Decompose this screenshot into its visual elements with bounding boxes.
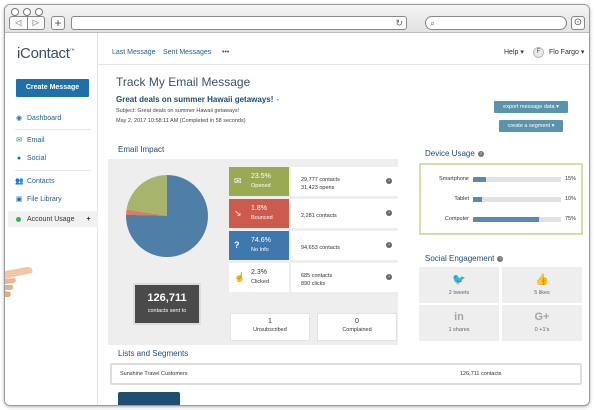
device-row-tablet: Tablet 10%	[454, 196, 577, 202]
total-sent-box: 126,711 contacts sent to	[133, 283, 201, 325]
usage-bar	[473, 177, 561, 182]
sidebar: iContact™ Create Message ◉ Dashboard ✉ Ema…	[5, 33, 98, 405]
total-sent-label: contacts sent to	[147, 308, 187, 314]
sidebar-item-account-usage[interactable]: Account Usage +	[8, 211, 98, 227]
sidebar-item-file-library[interactable]: ▣ File Library	[15, 195, 62, 204]
lists-segments-heading: Lists and Segments	[118, 349, 189, 358]
last-message-link[interactable]: Last Message	[112, 49, 156, 56]
icontact-logo[interactable]: iContact™	[17, 45, 75, 62]
dashboard-icon: ◉	[15, 115, 23, 122]
sidebar-item-dashboard[interactable]: ◉ Dashboard	[15, 114, 61, 123]
sidebar-item-social[interactable]: ● Social	[15, 155, 46, 162]
expand-plus-icon[interactable]: +	[86, 216, 90, 223]
close-dot[interactable]	[11, 8, 19, 16]
google-plus-icon: G+	[534, 311, 550, 323]
maximize-dot[interactable]	[35, 8, 43, 16]
linkedin-icon: in	[454, 311, 464, 323]
linkedin-tile[interactable]: in 1 shares	[419, 305, 499, 341]
back-button[interactable]: ◁	[10, 17, 27, 29]
create-segment-button[interactable]: create a segment ▾	[499, 120, 563, 132]
sidebar-divider	[15, 170, 91, 171]
browser-window: ◁ ▷ + ↻ ⌕ ⊙ iContact™ Create Message ◉ Da…	[4, 4, 590, 406]
help-icon[interactable]: ?	[497, 255, 504, 262]
help-icon[interactable]: ?	[386, 210, 392, 216]
list-row[interactable]: Sunshine Travel Customers 126,711 contac…	[110, 363, 582, 385]
no-info-stat[interactable]: ? 74.6% No Info	[229, 231, 289, 260]
twitter-icon: 🐦	[452, 274, 466, 286]
back-forward-buttons: ◁ ▷	[9, 16, 45, 30]
page-title: Track My Email Message	[116, 75, 251, 89]
hand-pointer-icon: ☝	[234, 272, 246, 282]
new-tab-button[interactable]: +	[51, 16, 65, 30]
bounce-arrow-icon: ↘	[234, 208, 242, 218]
browser-toolbar: ◁ ▷ + ↻ ⌕ ⊙	[5, 5, 589, 33]
usage-bar-fill	[473, 197, 482, 202]
usage-bar-fill	[473, 177, 487, 182]
help-icon[interactable]: ?	[386, 274, 392, 280]
account-usage-icon	[16, 216, 21, 222]
preview-icon[interactable]: ◔	[276, 98, 280, 104]
subject-line: Subject: Great deals on summer Hawaii ge…	[116, 108, 240, 114]
top-nav-bar: Last Message Sent Messages ••• Help ▾ F …	[98, 33, 589, 65]
search-icon: ⌕	[430, 18, 436, 28]
more-menu-link[interactable]: •••	[222, 49, 229, 56]
file-library-icon: ▣	[15, 196, 23, 203]
clicked-stat[interactable]: ☝ 2.3% Clicked	[229, 263, 289, 292]
email-impact-heading: Email Impact	[118, 145, 165, 154]
export-message-data-button[interactable]: export message data ▾	[494, 101, 568, 113]
usage-bar-fill	[473, 217, 539, 222]
social-icon: ●	[16, 155, 22, 162]
like-icon: 👍	[535, 274, 549, 286]
no-info-detail: 94,653 contacts ?	[291, 231, 398, 260]
usage-bar	[473, 197, 561, 202]
total-sent-value: 126,711	[147, 292, 187, 304]
view-details-button[interactable]	[118, 392, 180, 405]
sent-date: May 2, 2017 10:58:11 AM (Completed in 58…	[116, 118, 246, 124]
social-engagement-heading: Social Engagement?	[425, 254, 504, 263]
message-title: Great deals on summer Hawaii getaways! ◔	[116, 95, 280, 104]
sidebar-divider	[15, 129, 91, 130]
help-menu[interactable]: Help ▾	[504, 48, 524, 56]
complained-box[interactable]: 0 Complained	[317, 313, 397, 341]
usage-bar	[473, 217, 561, 222]
main-content: Track My Email Message Great deals on su…	[98, 65, 589, 405]
forward-button[interactable]: ▷	[26, 17, 45, 29]
bounced-stat[interactable]: ↘ 1.8% Bounced	[229, 199, 289, 228]
contacts-icon: 👥	[15, 178, 24, 185]
device-row-computer: Computer 75%	[444, 216, 577, 222]
help-icon[interactable]: ?	[477, 150, 484, 157]
device-usage-heading: Device Usage?	[425, 149, 484, 158]
opened-detail: 29,777 contacts 31,423 opens ?	[291, 167, 398, 196]
device-row-smartphone: Smartphone 15%	[439, 176, 577, 182]
browser-search-field[interactable]: ⌕	[425, 16, 567, 30]
hand-pointer-illustration	[5, 267, 33, 297]
unsubscribed-box[interactable]: 1 Unsubscribed	[230, 313, 310, 341]
reload-icon[interactable]: ↻	[395, 17, 403, 29]
clicked-detail: 685 contacts 890 clicks ?	[291, 263, 398, 292]
google-plus-tile[interactable]: G+ 0 +1's	[502, 305, 582, 341]
bounced-detail: 2,281 contacts ?	[291, 199, 398, 228]
twitter-tile[interactable]: 🐦 2 tweets	[419, 267, 499, 303]
sent-messages-link[interactable]: Sent Messages	[163, 49, 211, 56]
device-usage-panel: Smartphone 15% Tablet 10% Computer 75%	[419, 163, 583, 235]
email-impact-pie-chart	[126, 175, 208, 257]
user-menu[interactable]: Flo Fargo ▾	[549, 48, 584, 56]
create-message-button[interactable]: Create Message	[16, 79, 89, 97]
envelope-open-icon: ✉	[234, 176, 242, 186]
sidebar-item-contacts[interactable]: 👥 Contacts	[15, 177, 55, 186]
email-icon: ✉	[16, 137, 22, 144]
gear-icon[interactable]: ⊙	[571, 16, 585, 30]
like-tile[interactable]: 👍 5 likes	[502, 267, 582, 303]
sidebar-item-email[interactable]: ✉ Email	[15, 136, 44, 145]
avatar[interactable]: F	[533, 47, 544, 58]
question-icon: ?	[234, 240, 240, 250]
help-icon[interactable]: ?	[386, 242, 392, 248]
opened-stat[interactable]: ✉ 23.5% Opened	[229, 167, 289, 196]
minimize-dot[interactable]	[23, 8, 31, 16]
address-bar[interactable]: ↻	[71, 16, 407, 30]
help-icon[interactable]: ?	[386, 178, 392, 184]
